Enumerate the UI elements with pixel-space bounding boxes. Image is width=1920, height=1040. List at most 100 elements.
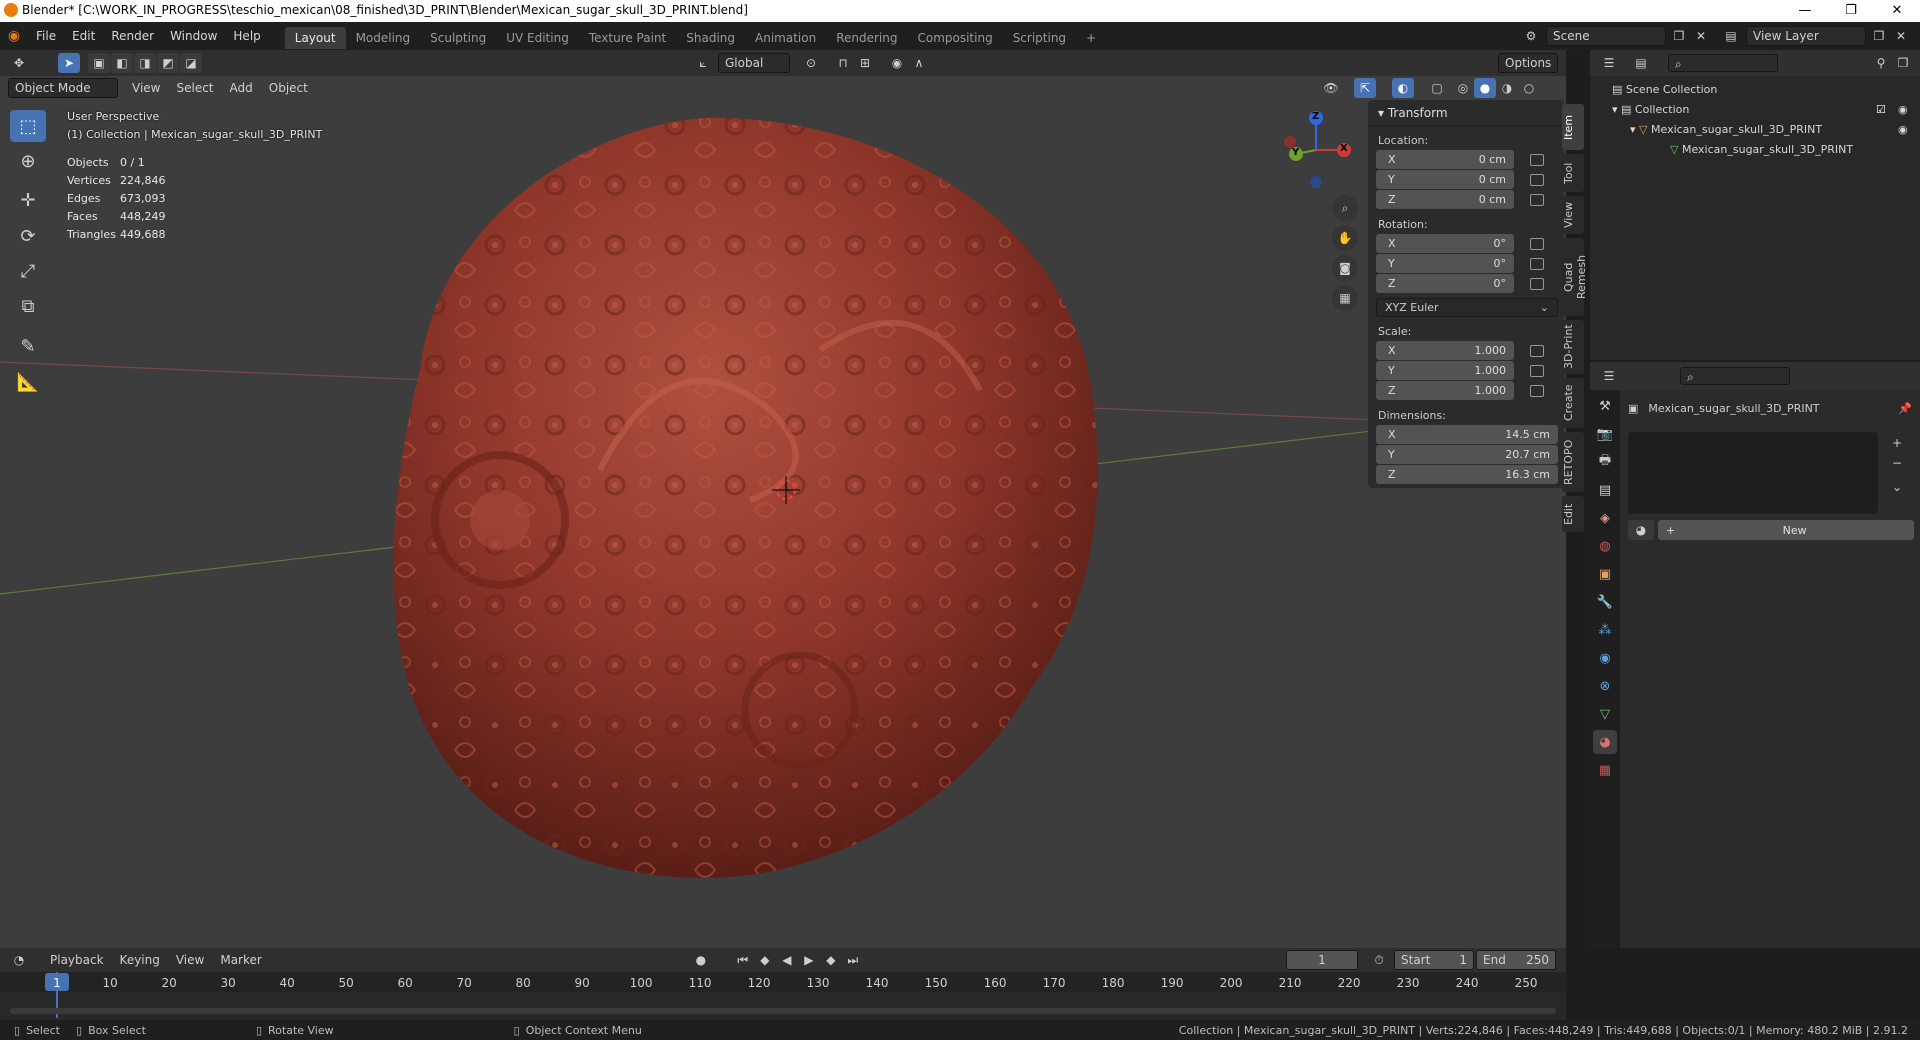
delete-scene-icon[interactable]: ✕	[1690, 26, 1712, 46]
view-layer-properties-icon[interactable]: ▤	[1593, 478, 1617, 502]
3d-viewport[interactable]: Y Z X ⌕ ✋ ◙ ▦	[0, 50, 1566, 948]
tab-uv-editing[interactable]: UV Editing	[496, 27, 579, 49]
rotation-y-field[interactable]: Y 0°	[1376, 254, 1514, 273]
annotate-tool-icon[interactable]: ✎	[10, 330, 46, 362]
wireframe-shading-icon[interactable]: ◎	[1452, 78, 1474, 98]
current-frame-field[interactable]: 1	[1286, 950, 1358, 970]
lock-icon[interactable]	[1530, 194, 1544, 206]
pivot-point-icon[interactable]: ⊙	[800, 53, 822, 73]
lock-icon[interactable]	[1530, 154, 1544, 166]
record-icon[interactable]: ●	[690, 950, 712, 970]
outliner-scene-collection[interactable]: ▤ Scene Collection	[1590, 80, 1920, 100]
start-frame-field[interactable]: Start 1	[1394, 950, 1474, 970]
collection-checkbox-icon[interactable]: ☑	[1876, 100, 1886, 120]
object-properties-icon[interactable]: ▣	[1593, 562, 1617, 586]
texture-properties-icon[interactable]: ▦	[1593, 758, 1617, 782]
transform-orientation-icon[interactable]: ⟀	[692, 53, 714, 73]
scale-z-field[interactable]: Z 1.000	[1376, 381, 1514, 400]
filter-icon[interactable]: ⚲	[1870, 53, 1892, 73]
outliner-editor-type-icon[interactable]: ☰	[1598, 53, 1620, 73]
tab-quad-remesh[interactable]: Quad Remesh	[1562, 238, 1588, 316]
outliner-search-input[interactable]: ⌕	[1668, 54, 1778, 72]
menu-edit[interactable]: Edit	[64, 22, 103, 50]
rotate-tool-icon[interactable]: ⟳	[10, 220, 46, 252]
scale-y-field[interactable]: Y 1.000	[1376, 361, 1514, 380]
snap-target-icon[interactable]: ⊞	[854, 53, 876, 73]
scene-icon[interactable]: ⚙	[1520, 26, 1542, 46]
world-properties-icon[interactable]: ◍	[1593, 534, 1617, 558]
pan-hand-icon[interactable]: ✋	[1332, 225, 1358, 251]
menu-add[interactable]: Add	[222, 77, 261, 99]
mode-select[interactable]: Object Mode	[8, 78, 118, 98]
menu-render[interactable]: Render	[103, 22, 162, 50]
overlays-icon[interactable]: ◐	[1392, 78, 1414, 98]
physics-properties-icon[interactable]: ◉	[1593, 646, 1617, 670]
tab-edit[interactable]: Edit	[1562, 496, 1584, 532]
falloff-icon[interactable]: ∧	[908, 53, 930, 73]
mesh-data-properties-icon[interactable]: ▽	[1593, 702, 1617, 726]
editor-type-icon[interactable]: ✥	[8, 53, 30, 73]
tab-retopo[interactable]: RETOPO	[1562, 432, 1584, 492]
render-properties-icon[interactable]: 📷	[1593, 422, 1617, 446]
tab-scripting[interactable]: Scripting	[1003, 27, 1076, 49]
scale-x-field[interactable]: X 1.000	[1376, 341, 1514, 360]
tab-sculpting[interactable]: Sculpting	[420, 27, 496, 49]
xray-icon[interactable]: ▢	[1426, 78, 1448, 98]
menu-timeline-view[interactable]: View	[168, 949, 212, 971]
menu-playback[interactable]: Playback	[42, 949, 112, 971]
rotation-x-field[interactable]: X 0°	[1376, 234, 1514, 253]
rotation-mode-select[interactable]: XYZ Euler ⌄	[1376, 298, 1558, 317]
add-slot-icon[interactable]: +	[1888, 434, 1906, 452]
select-box-tool-icon[interactable]: ⬚	[10, 110, 46, 142]
material-slot-list[interactable]	[1628, 432, 1878, 514]
modifier-properties-icon[interactable]: 🔧	[1593, 590, 1617, 614]
dimensions-z-field[interactable]: Z 16.3 cm	[1376, 465, 1558, 484]
tab-animation[interactable]: Animation	[745, 27, 826, 49]
gizmos-icon[interactable]: ⇱	[1354, 78, 1376, 98]
lock-icon[interactable]	[1530, 174, 1544, 186]
timeline-scrollbar[interactable]	[10, 1008, 1556, 1014]
transform-panel-header[interactable]: ▾ Transform	[1368, 100, 1564, 126]
scene-selector[interactable]: Scene	[1546, 26, 1666, 46]
menu-help[interactable]: Help	[225, 22, 268, 50]
proportional-edit-icon[interactable]: ◉	[886, 53, 908, 73]
play-reverse-icon[interactable]: ◀	[776, 950, 798, 970]
minimize-button[interactable]: —	[1782, 0, 1828, 22]
visibility-icon[interactable]: 👁	[1320, 78, 1342, 98]
lock-icon[interactable]	[1530, 365, 1544, 377]
tab-create[interactable]: Create	[1562, 378, 1584, 428]
tool-properties-icon[interactable]: ⚒	[1593, 394, 1617, 418]
jump-end-icon[interactable]: ⏭	[842, 950, 864, 970]
tab-texture-paint[interactable]: Texture Paint	[579, 27, 676, 49]
properties-editor-type-icon[interactable]: ☰	[1598, 366, 1620, 386]
location-x-field[interactable]: X0 cm	[1376, 150, 1514, 169]
lock-icon[interactable]	[1530, 278, 1544, 290]
select-mode-new-icon[interactable]: ▣	[88, 53, 110, 73]
location-z-field[interactable]: Z0 cm	[1376, 190, 1514, 209]
select-tool-icon[interactable]: ➤	[58, 53, 80, 73]
lock-icon[interactable]	[1530, 385, 1544, 397]
lock-icon[interactable]	[1530, 345, 1544, 357]
tab-tool[interactable]: Tool	[1562, 154, 1584, 192]
material-browse-icon[interactable]: ◕	[1628, 520, 1654, 540]
cursor-tool-icon[interactable]: ⊕	[10, 145, 46, 177]
zoom-icon[interactable]: ⌕	[1332, 195, 1358, 221]
select-mode-invert-icon[interactable]: ◩	[157, 53, 179, 73]
maximize-button[interactable]: ❐	[1828, 0, 1874, 22]
slot-menu-icon[interactable]: ⌄	[1888, 478, 1906, 496]
dimensions-y-field[interactable]: Y 20.7 cm	[1376, 445, 1558, 464]
solid-shading-icon[interactable]: ●	[1474, 78, 1496, 98]
particles-properties-icon[interactable]: ⁂	[1593, 618, 1617, 642]
location-y-field[interactable]: Y0 cm	[1376, 170, 1514, 189]
menu-marker[interactable]: Marker	[212, 949, 269, 971]
material-properties-icon[interactable]: ◕	[1593, 730, 1617, 754]
transform-orientation-select[interactable]: Global	[718, 53, 790, 73]
tab-rendering[interactable]: Rendering	[826, 27, 907, 49]
tab-view[interactable]: View	[1562, 196, 1584, 234]
new-collection-icon[interactable]: ❐	[1892, 53, 1914, 73]
menu-select[interactable]: Select	[168, 77, 221, 99]
new-view-layer-icon[interactable]: ❐	[1868, 26, 1890, 46]
next-keyframe-icon[interactable]: ◆	[820, 950, 842, 970]
transform-tool-icon[interactable]: ⧉	[10, 290, 46, 322]
new-scene-icon[interactable]: ❐	[1668, 26, 1690, 46]
